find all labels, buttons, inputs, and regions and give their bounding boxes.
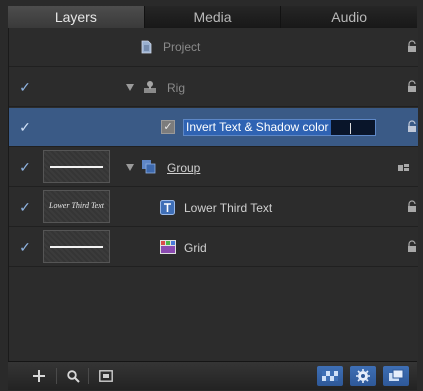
layers-toolbar [8, 361, 417, 390]
layer-label: Grid [184, 241, 207, 255]
layer-row-rig[interactable]: ✓ Rig [9, 68, 418, 107]
lock-icon[interactable] [407, 200, 417, 213]
layers-list: Project ✓ Rig ✓ ✓ Invert Text & Shadow c… [8, 28, 418, 361]
lock-icon[interactable] [407, 40, 417, 53]
layer-row-invert-text[interactable]: ✓ ✓ Invert Text & Shadow color [9, 108, 418, 147]
disclosure-triangle-icon[interactable] [126, 164, 134, 171]
search-icon[interactable] [60, 366, 86, 386]
lock-icon[interactable] [407, 240, 417, 253]
layer-row-project[interactable]: Project [9, 28, 418, 67]
group-options-icon[interactable] [398, 161, 410, 175]
tab-bar: Layers Media Audio [8, 6, 418, 29]
rename-field-empty [330, 120, 375, 135]
lock-icon[interactable] [407, 120, 417, 133]
layer-row-group[interactable]: ✓ Group [9, 148, 418, 187]
toolbar-divider [56, 368, 57, 384]
layer-label: Project [163, 40, 201, 54]
enable-checkbox[interactable]: ✓ [18, 120, 32, 134]
gear-icon[interactable] [350, 366, 376, 386]
layers-icon[interactable] [383, 366, 409, 386]
layer-thumbnail [43, 230, 110, 263]
layer-thumbnail [43, 150, 110, 183]
enable-checkbox[interactable]: ✓ [18, 160, 32, 174]
tab-media[interactable]: Media [144, 6, 282, 28]
layer-thumbnail: Lower Third Text [43, 190, 110, 223]
tab-layers[interactable]: Layers [8, 6, 145, 28]
grid-layer-icon [160, 240, 176, 254]
project-document-icon [139, 40, 153, 54]
layer-row-grid[interactable]: ✓ Grid [9, 228, 418, 267]
text-layer-icon [160, 200, 175, 215]
group-icon [141, 159, 156, 174]
rename-text: Invert Text & Shadow color [184, 120, 331, 135]
tab-audio[interactable]: Audio [281, 6, 418, 28]
thumbnail-view-icon[interactable] [93, 366, 119, 386]
layer-label: Rig [167, 81, 186, 95]
enable-checkbox[interactable]: ✓ [18, 200, 32, 214]
thumbnail-text: Lower Third Text [49, 201, 104, 210]
disclosure-triangle-icon[interactable] [126, 84, 134, 91]
layer-label: Group [167, 161, 201, 175]
rename-field[interactable]: Invert Text & Shadow color [183, 119, 376, 136]
add-icon[interactable] [26, 366, 52, 386]
enable-checkbox[interactable]: ✓ [18, 80, 32, 94]
text-cursor [350, 123, 351, 134]
layer-label: Lower Third Text [184, 201, 273, 215]
lock-icon[interactable] [407, 80, 417, 93]
checkerboard-icon[interactable] [317, 366, 343, 386]
enable-checkbox[interactable]: ✓ [18, 240, 32, 254]
checkbox-icon[interactable]: ✓ [161, 120, 175, 134]
rig-icon [142, 79, 156, 93]
layer-row-lower-third-text[interactable]: ✓ Lower Third Text Lower Third Text [9, 188, 418, 227]
toolbar-divider [88, 368, 89, 384]
